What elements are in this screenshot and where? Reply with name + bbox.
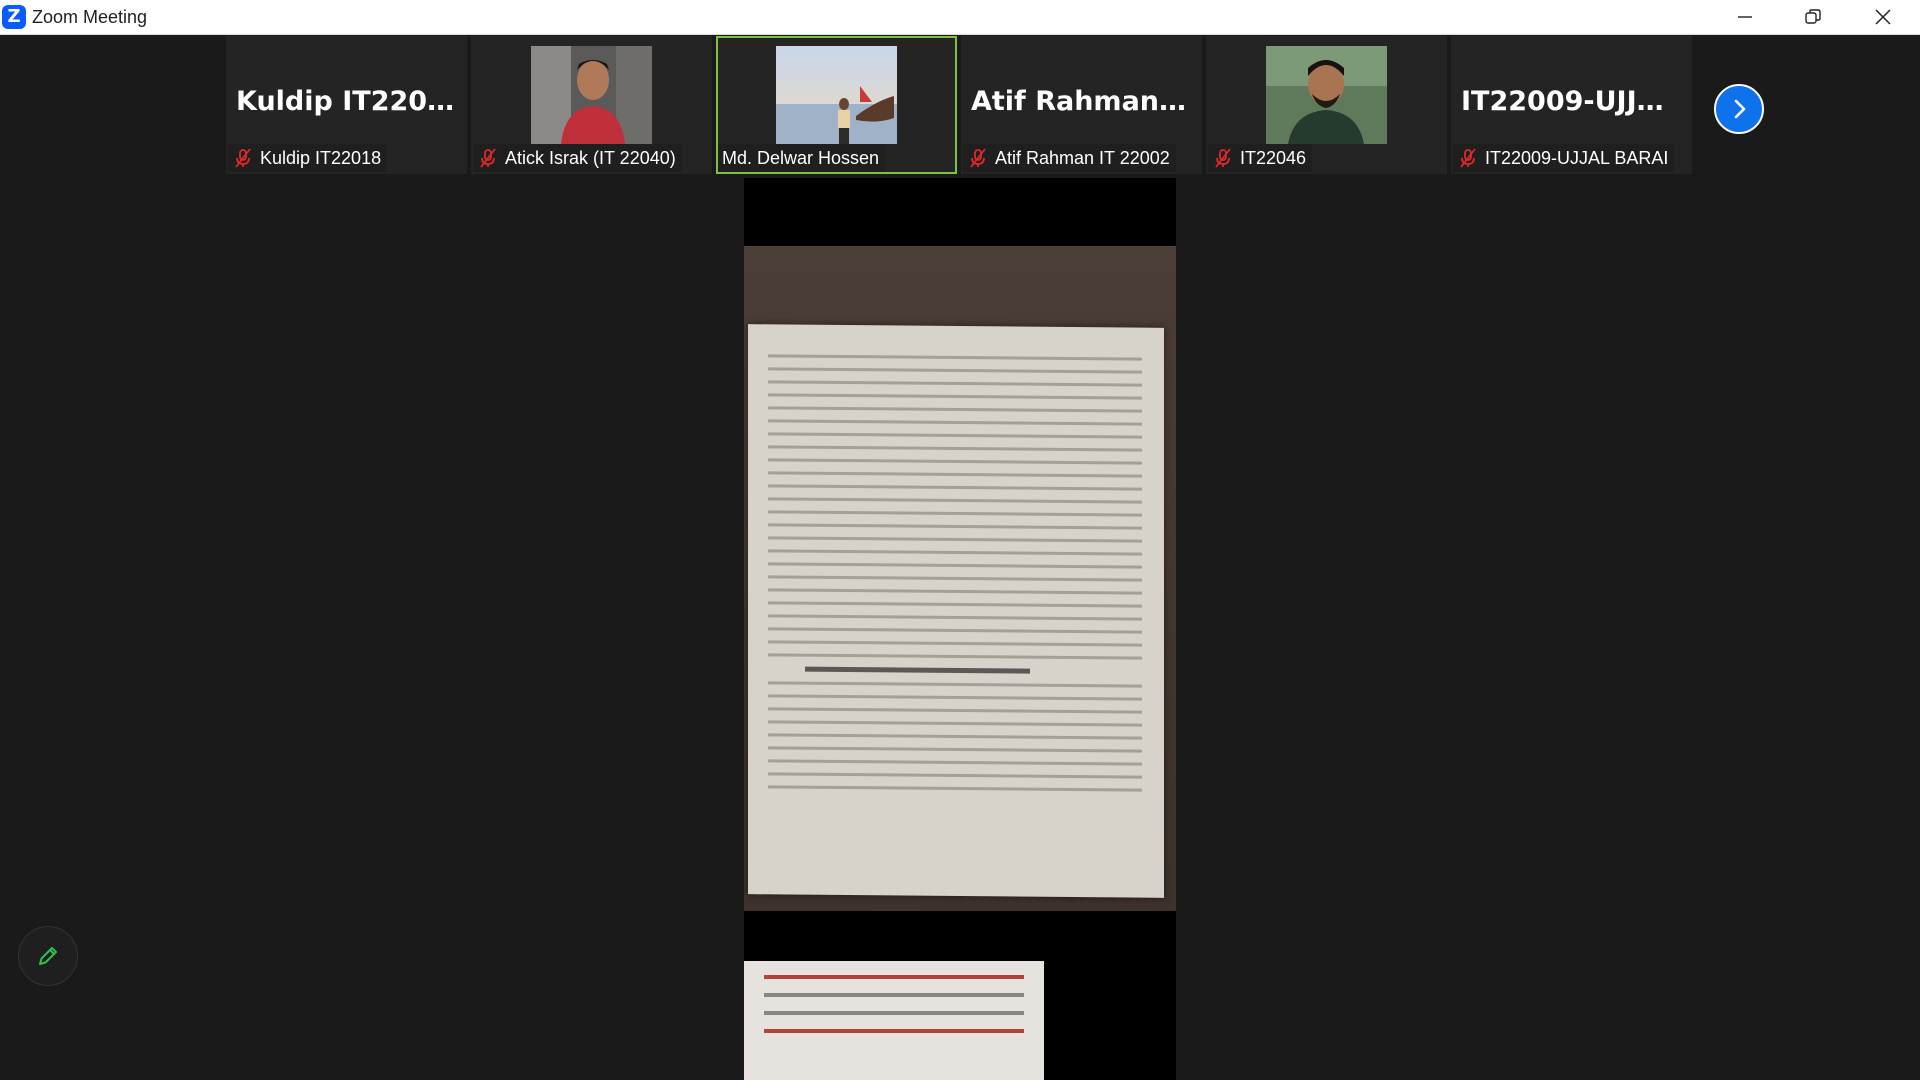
annotate-button[interactable] <box>18 926 78 986</box>
participant-name: IT22046 <box>1240 148 1307 168</box>
participant-tile[interactable]: Kuldip IT22018 Kuldip IT22018 <box>226 36 467 174</box>
muted-microphone-icon <box>967 147 989 169</box>
participant-name-label: Atick Israk (IT 22040) <box>473 144 682 172</box>
participant-gallery: Kuldip IT22018 Kuldip IT22018 Atick Isra… <box>226 36 1696 176</box>
book-page-image <box>748 324 1164 898</box>
participant-video <box>531 46 652 144</box>
restore-button[interactable] <box>1778 0 1848 34</box>
participant-name: IT22009-UJJAL BARAI <box>1485 148 1669 168</box>
participant-name-label: Atif Rahman IT 22002 <box>963 144 1176 172</box>
participant-name-label: Kuldip IT22018 <box>228 144 388 172</box>
camera-feed <box>744 246 1176 1080</box>
participant-name: Atick Israk (IT 22040) <box>505 148 676 168</box>
minimize-button[interactable] <box>1710 0 1780 34</box>
title-bar: Z Zoom Meeting <box>0 0 1920 35</box>
calendar-image <box>744 961 1044 1080</box>
muted-microphone-icon <box>232 147 254 169</box>
participant-video <box>1266 46 1387 144</box>
muted-microphone-icon <box>1212 147 1234 169</box>
participant-name-label: IT22046 <box>1208 144 1313 172</box>
minimize-icon <box>1738 16 1752 18</box>
participant-name: Md. Delwar Hossen <box>722 148 880 168</box>
participant-tile[interactable]: IT22046 <box>1206 36 1447 174</box>
window-title: Zoom Meeting <box>32 7 148 27</box>
participant-tile[interactable]: Atif Rahman IT... Atif Rahman IT 22002 <box>961 36 1202 174</box>
close-icon <box>1875 9 1891 25</box>
muted-microphone-icon <box>1457 147 1479 169</box>
chevron-right-icon <box>1734 99 1746 119</box>
participant-display-name: Kuldip IT22018 <box>236 86 465 117</box>
participant-display-name: Atif Rahman IT... <box>971 86 1202 117</box>
participant-video <box>776 46 897 144</box>
muted-microphone-icon <box>477 147 499 169</box>
zoom-logo-icon: Z <box>2 5 26 29</box>
participant-display-name: IT22009-UJJAL... <box>1461 86 1692 117</box>
participant-name: Atif Rahman IT 22002 <box>995 148 1170 168</box>
main-video-view <box>744 178 1176 1080</box>
next-page-button[interactable] <box>1714 84 1764 134</box>
close-button[interactable] <box>1848 0 1918 34</box>
participant-tile-active-speaker[interactable]: Md. Delwar Hossen <box>716 36 957 174</box>
participant-name: Kuldip IT22018 <box>260 148 382 168</box>
participant-name-label: Md. Delwar Hossen <box>718 144 886 172</box>
pencil-icon <box>39 947 57 965</box>
restore-icon <box>1805 9 1821 24</box>
participant-name-label: IT22009-UJJAL BARAI <box>1453 144 1675 172</box>
participant-tile[interactable]: IT22009-UJJAL... IT22009-UJJAL BARAI <box>1451 36 1692 174</box>
participant-tile[interactable]: Atick Israk (IT 22040) <box>471 36 712 174</box>
